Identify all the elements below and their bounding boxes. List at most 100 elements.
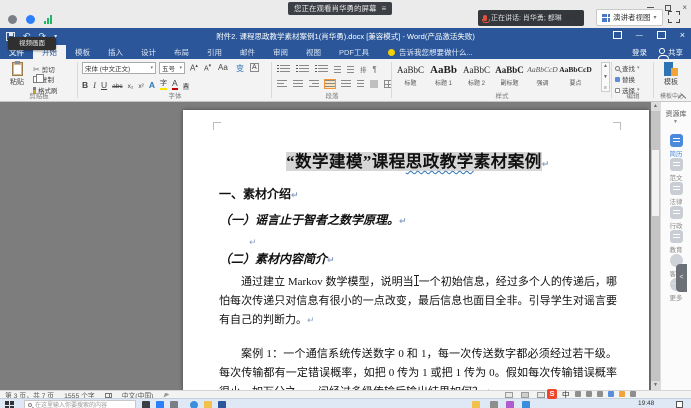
paste-button[interactable]: 粘贴 bbox=[5, 62, 29, 92]
underline-button[interactable]: U bbox=[101, 80, 107, 90]
scroll-up-icon[interactable]: ▲ bbox=[603, 63, 608, 69]
share-button[interactable]: 共享 bbox=[659, 47, 683, 58]
taskbar-clock[interactable]: 19:48 bbox=[638, 400, 654, 407]
word-restore-icon[interactable] bbox=[657, 31, 666, 39]
tell-me-box[interactable]: 告诉我您想要做什么... bbox=[378, 45, 483, 59]
ime-language-icon[interactable]: 中 bbox=[562, 389, 570, 400]
ime-punctuation-icon[interactable] bbox=[575, 391, 581, 397]
sign-in-button[interactable]: 登录 bbox=[632, 47, 647, 58]
numbering-icon[interactable] bbox=[299, 65, 309, 73]
tab-layout[interactable]: 布局 bbox=[165, 45, 198, 59]
ribbon-display-options-icon[interactable] bbox=[613, 31, 622, 39]
grow-font-button[interactable]: A▴ bbox=[190, 63, 198, 73]
scroll-down-icon[interactable]: ▼ bbox=[651, 381, 660, 390]
sort-icon[interactable]: 排 bbox=[360, 64, 367, 74]
font-size-combo[interactable]: 五号 ▾ bbox=[159, 62, 185, 74]
font-color-button[interactable]: A bbox=[172, 78, 178, 90]
taskbar-search-box[interactable]: 在这里输入你要搜索的内容 bbox=[24, 400, 136, 408]
ime-emoji-icon[interactable] bbox=[586, 391, 592, 397]
sidebar-item-legal[interactable]: 法律 bbox=[661, 182, 691, 206]
character-border-button[interactable]: A bbox=[250, 63, 259, 72]
word-close-icon[interactable]: × bbox=[680, 30, 685, 40]
sidebar-item-resume[interactable]: 简历 bbox=[661, 134, 691, 158]
find-button[interactable]: 查找 ▾ bbox=[615, 63, 640, 73]
taskbar-app-icon[interactable] bbox=[142, 401, 150, 408]
scrollbar-thumb[interactable] bbox=[652, 150, 659, 216]
sidebar-item-admin[interactable]: 行政 bbox=[661, 206, 691, 230]
phonetic-guide-button[interactable]: 变 bbox=[236, 63, 244, 74]
tray-app-icon[interactable] bbox=[490, 401, 498, 408]
text-effects-button[interactable]: A bbox=[149, 80, 155, 90]
banner-menu-icon[interactable]: ≡ bbox=[382, 2, 387, 15]
panel-collapse-handle[interactable]: < bbox=[676, 264, 687, 292]
cut-button[interactable]: ✂ 剪切 bbox=[33, 64, 55, 74]
tray-app-icon[interactable] bbox=[472, 401, 480, 408]
chevron-down-icon[interactable]: ▼ bbox=[673, 119, 678, 125]
align-left-icon[interactable] bbox=[277, 80, 287, 88]
speaker-view-button[interactable]: 演讲者视图 ▾ bbox=[596, 9, 663, 26]
superscript-button[interactable]: x² bbox=[138, 83, 143, 90]
tab-design[interactable]: 设计 bbox=[132, 45, 165, 59]
align-right-icon[interactable] bbox=[309, 80, 319, 88]
align-center-icon[interactable] bbox=[293, 80, 303, 88]
font-name-combo[interactable]: 宋体 (中文正文) ▾ bbox=[82, 62, 156, 74]
style-keypoint[interactable]: AaBbCcD 要点 bbox=[559, 62, 592, 92]
replace-button[interactable]: 替换 bbox=[615, 74, 635, 84]
style-heading2[interactable]: AaBbC 标题 2 bbox=[460, 62, 493, 92]
tab-insert[interactable]: 插入 bbox=[99, 45, 132, 59]
style-heading1[interactable]: AaBb 标题 1 bbox=[427, 62, 460, 92]
multilevel-list-icon[interactable] bbox=[318, 65, 328, 73]
start-button[interactable] bbox=[5, 401, 14, 408]
insert-mode-icon[interactable] bbox=[163, 393, 169, 398]
style-emphasis[interactable]: AaBbCcD 强调 bbox=[526, 62, 559, 92]
tab-mailings[interactable]: 邮件 bbox=[231, 45, 264, 59]
scroll-up-icon[interactable]: ▲ bbox=[651, 102, 660, 111]
taskbar-app-icon[interactable] bbox=[170, 401, 178, 408]
subscript-button[interactable]: x₂ bbox=[128, 83, 134, 90]
italic-button[interactable]: I bbox=[93, 80, 96, 90]
word-taskbar-icon[interactable] bbox=[218, 401, 226, 408]
mic-icon[interactable] bbox=[597, 391, 603, 397]
tab-pdf-tools[interactable]: PDF工具 bbox=[330, 45, 378, 59]
proofing-icon[interactable] bbox=[105, 393, 112, 398]
increase-indent-icon[interactable] bbox=[347, 66, 354, 73]
minimize-icon[interactable] bbox=[647, 7, 654, 8]
tray-app-icon[interactable] bbox=[522, 401, 530, 408]
style-subtitle[interactable]: AaBbC 副标题 bbox=[493, 62, 526, 92]
tab-template[interactable]: 模板 bbox=[66, 45, 99, 59]
document-page[interactable]: “数学建模”课程思政教学素材案例↵ 一、素材介绍↵ （一）谣言止于智者之数学原理… bbox=[183, 110, 649, 390]
character-shading-button[interactable]: A bbox=[183, 83, 190, 90]
tab-view[interactable]: 视图 bbox=[297, 45, 330, 59]
ime-skin-icon[interactable] bbox=[619, 391, 625, 397]
template-button[interactable]: 模板 bbox=[658, 62, 684, 87]
bold-button[interactable]: B bbox=[82, 80, 88, 90]
fullscreen-button[interactable] bbox=[668, 11, 680, 23]
tab-review[interactable]: 审阅 bbox=[264, 45, 297, 59]
maximize-icon[interactable] bbox=[665, 5, 671, 11]
highlight-button[interactable]: 字 bbox=[160, 78, 167, 90]
action-center-icon[interactable] bbox=[676, 401, 683, 408]
line-spacing-icon[interactable] bbox=[357, 80, 364, 88]
close-icon[interactable]: × bbox=[682, 3, 687, 12]
style-heading[interactable]: AaBbC 标题 bbox=[394, 62, 427, 92]
tray-app-icon[interactable] bbox=[506, 401, 514, 408]
collapse-ribbon-icon[interactable] bbox=[678, 94, 686, 99]
decrease-indent-icon[interactable] bbox=[334, 66, 341, 73]
ime-toolbox-icon[interactable] bbox=[630, 391, 636, 397]
meeting-app-icon[interactable] bbox=[26, 15, 35, 24]
shrink-font-button[interactable]: A▾ bbox=[204, 63, 211, 72]
tab-references[interactable]: 引用 bbox=[198, 45, 231, 59]
distribute-icon[interactable] bbox=[341, 80, 351, 88]
keyboard-icon[interactable] bbox=[608, 391, 614, 397]
taskbar-app-icon[interactable] bbox=[156, 401, 164, 408]
browser-icon[interactable] bbox=[190, 401, 198, 408]
scroll-down-icon[interactable]: ▼ bbox=[603, 74, 608, 80]
sidebar-item-samples[interactable]: 范文 bbox=[661, 158, 691, 182]
show-marks-icon[interactable]: ¶ bbox=[373, 65, 377, 74]
styles-scroll-buttons[interactable]: ▲ ▼ ≡ bbox=[601, 62, 610, 92]
bullets-icon[interactable] bbox=[280, 65, 290, 73]
watching-banner[interactable]: 您正在观看肖华勇的屏幕 ≡ bbox=[288, 2, 392, 15]
justify-icon[interactable] bbox=[325, 80, 335, 88]
change-case-button[interactable]: Aa bbox=[218, 63, 228, 72]
info-icon[interactable] bbox=[8, 15, 17, 24]
